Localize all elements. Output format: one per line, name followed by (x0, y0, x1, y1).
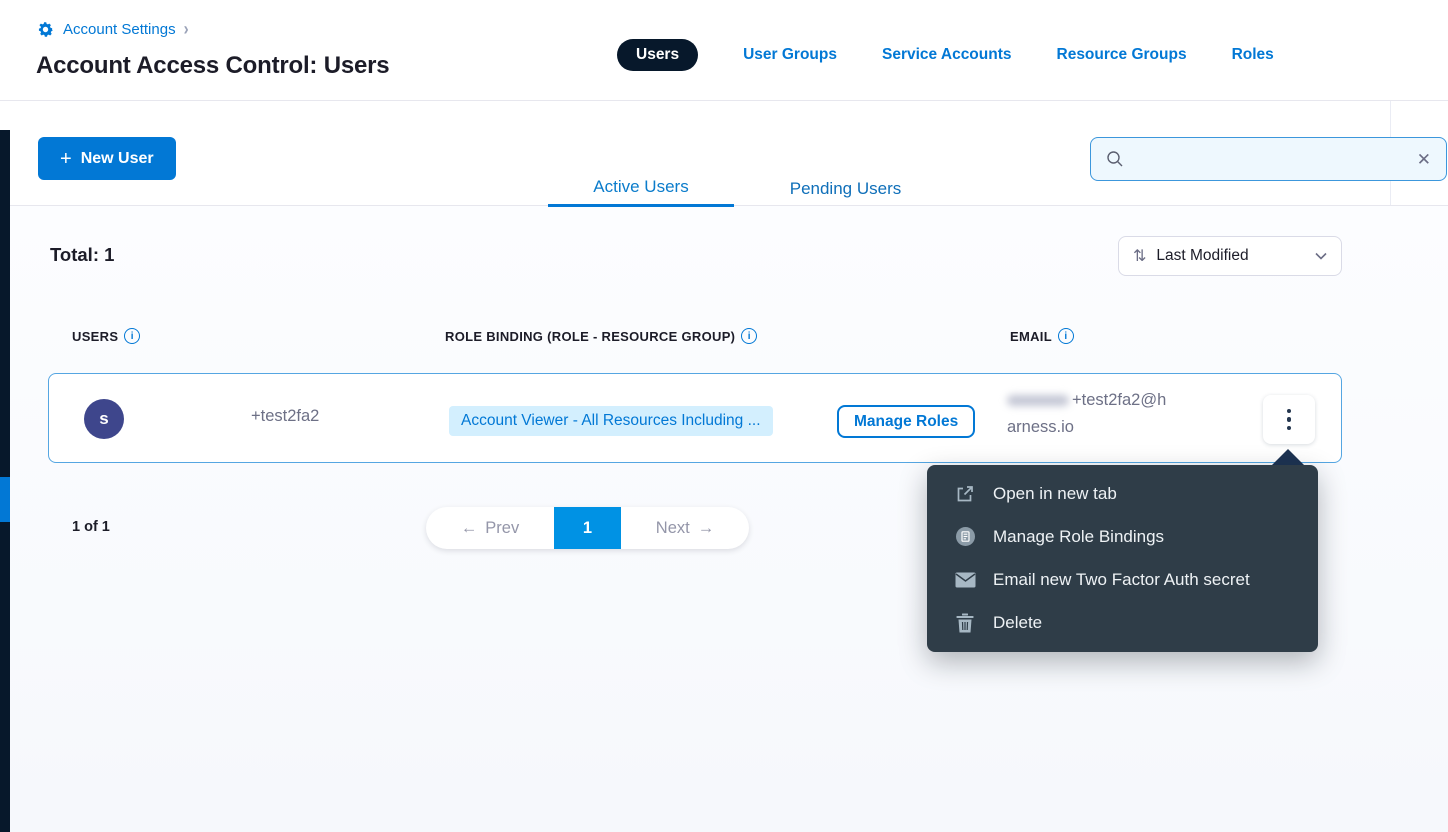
sort-dropdown[interactable]: ⇅ Last Modified (1118, 236, 1342, 276)
info-icon[interactable]: i (124, 328, 140, 344)
user-email-line2: arness.io (1007, 418, 1074, 436)
menu-item-label: Manage Role Bindings (993, 527, 1164, 547)
context-menu: Open in new tab Manage Role Bindings Ema… (927, 465, 1318, 652)
collapsed-sidenav-strip (0, 130, 10, 832)
chevron-down-icon (1315, 252, 1327, 260)
column-header-users: USERS i (72, 328, 140, 344)
table-row[interactable]: s +test2fa2 Account Viewer - All Resourc… (48, 373, 1342, 463)
menu-item-label: Open in new tab (993, 484, 1117, 504)
next-page-button[interactable]: Next → (621, 507, 749, 549)
sort-selected-label: Last Modified (1156, 247, 1305, 265)
nav-tab-resource-groups[interactable]: Resource Groups (1057, 46, 1187, 64)
sidenav-active-indicator (0, 477, 10, 522)
search-icon (1106, 150, 1124, 168)
avatar: s (84, 399, 124, 439)
page-header: Account Settings › Account Access Contro… (0, 0, 1448, 101)
pagination: ← Prev 1 Next → (426, 507, 749, 549)
sort-arrows-icon: ⇅ (1133, 246, 1146, 266)
clear-search-icon[interactable]: ✕ (1417, 151, 1431, 168)
role-binding-chip: Account Viewer - All Resources Including… (449, 406, 773, 436)
email-icon (953, 572, 977, 588)
column-header-users-label: USERS (72, 329, 118, 344)
column-header-email: EMAIL i (1010, 328, 1074, 344)
nav-tab-roles[interactable]: Roles (1232, 46, 1274, 64)
open-in-new-tab-icon (953, 484, 977, 504)
chevron-right-icon: › (184, 19, 189, 39)
column-header-role-binding: ROLE BINDING (ROLE - RESOURCE GROUP) i (445, 328, 757, 344)
prev-label: Prev (485, 519, 519, 538)
gear-icon (36, 20, 55, 39)
arrow-left-icon: ← (461, 519, 478, 538)
account-access-control-page: Account Settings › Account Access Contro… (0, 0, 1448, 832)
breadcrumb-label[interactable]: Account Settings (63, 21, 176, 38)
info-icon[interactable]: i (741, 328, 757, 344)
total-count-label: Total: 1 (50, 244, 114, 266)
menu-item-label: Delete (993, 613, 1042, 633)
breadcrumb[interactable]: Account Settings › (36, 20, 189, 39)
column-header-role-binding-label: ROLE BINDING (ROLE - RESOURCE GROUP) (445, 329, 735, 344)
tab-active-users[interactable]: Active Users (548, 170, 734, 207)
tab-pending-users[interactable]: Pending Users (733, 170, 958, 207)
page-title: Account Access Control: Users (36, 52, 389, 80)
menu-item-open-in-new-tab[interactable]: Open in new tab (927, 472, 1318, 515)
arrow-right-icon: → (698, 519, 715, 538)
search-input[interactable] (1134, 151, 1407, 168)
user-email: +test2fa2@h arness.io (1007, 387, 1257, 441)
redacted-email-prefix (1007, 395, 1069, 406)
nav-tab-users[interactable]: Users (617, 39, 698, 71)
next-label: Next (656, 519, 690, 538)
current-page-button[interactable]: 1 (554, 507, 621, 549)
menu-item-email-2fa-secret[interactable]: Email new Two Factor Auth secret (927, 558, 1318, 601)
menu-item-manage-role-bindings[interactable]: Manage Role Bindings (927, 515, 1318, 558)
user-name: +test2fa2 (251, 407, 319, 426)
prev-page-button[interactable]: ← Prev (426, 507, 554, 549)
user-email-line1: +test2fa2@h (1072, 391, 1166, 409)
menu-item-label: Email new Two Factor Auth secret (993, 570, 1250, 590)
top-nav: Users User Groups Service Accounts Resou… (617, 38, 1274, 71)
column-header-email-label: EMAIL (1010, 329, 1052, 344)
nav-tab-user-groups[interactable]: User Groups (743, 46, 837, 64)
plus-icon: + (60, 149, 72, 169)
row-menu-button[interactable] (1263, 395, 1315, 444)
new-user-button[interactable]: + New User (38, 137, 176, 180)
search-box: ✕ (1090, 137, 1447, 181)
nav-tab-service-accounts[interactable]: Service Accounts (882, 46, 1012, 64)
context-menu-arrow (1271, 449, 1305, 466)
manage-role-bindings-icon (953, 526, 977, 547)
delete-icon (953, 613, 977, 633)
manage-roles-button[interactable]: Manage Roles (837, 405, 975, 438)
menu-item-delete[interactable]: Delete (927, 601, 1318, 644)
new-user-button-label: New User (81, 150, 154, 168)
info-icon[interactable]: i (1058, 328, 1074, 344)
page-summary: 1 of 1 (72, 519, 110, 535)
